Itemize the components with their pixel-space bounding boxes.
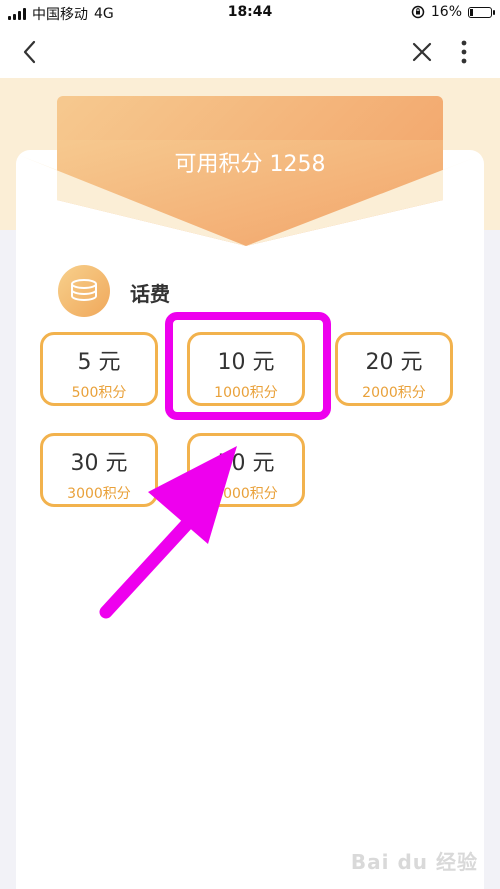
chevron-left-icon[interactable] [14, 36, 46, 68]
option-amount: 5 元 [77, 350, 121, 375]
recharge-option-5[interactable]: 5 元 500积分 [40, 332, 158, 406]
main-panel [16, 150, 484, 889]
coins-icon [58, 265, 110, 317]
option-amount: 30 元 [70, 451, 128, 476]
option-cost: 3000积分 [67, 486, 131, 502]
option-amount: 20 元 [365, 350, 423, 375]
recharge-option-50[interactable]: 50 元 5000积分 [187, 433, 305, 507]
watermark: Bai du 经验 [350, 850, 478, 874]
option-cost: 5000积分 [214, 486, 278, 502]
close-icon[interactable] [406, 36, 438, 68]
status-right: 16% [411, 4, 495, 20]
recharge-option-20[interactable]: 20 元 2000积分 [335, 332, 453, 406]
option-amount: 50 元 [217, 451, 275, 476]
more-vertical-icon[interactable] [448, 36, 480, 68]
battery-icon [468, 6, 495, 18]
available-points-label: 可用积分 1258 [174, 152, 326, 177]
orientation-lock-icon [411, 5, 425, 19]
recharge-option-30[interactable]: 30 元 3000积分 [40, 433, 158, 507]
annotation-highlight-box [165, 312, 331, 420]
option-cost: 500积分 [71, 385, 127, 401]
section-title-phone-bill: 话费 [130, 282, 170, 306]
status-bar: 中国移动 4G 18:44 16% [0, 0, 500, 26]
battery-fill [470, 8, 473, 16]
option-cost: 2000积分 [362, 385, 426, 401]
nav-bar [0, 26, 500, 79]
battery-percent: 16% [430, 4, 462, 20]
